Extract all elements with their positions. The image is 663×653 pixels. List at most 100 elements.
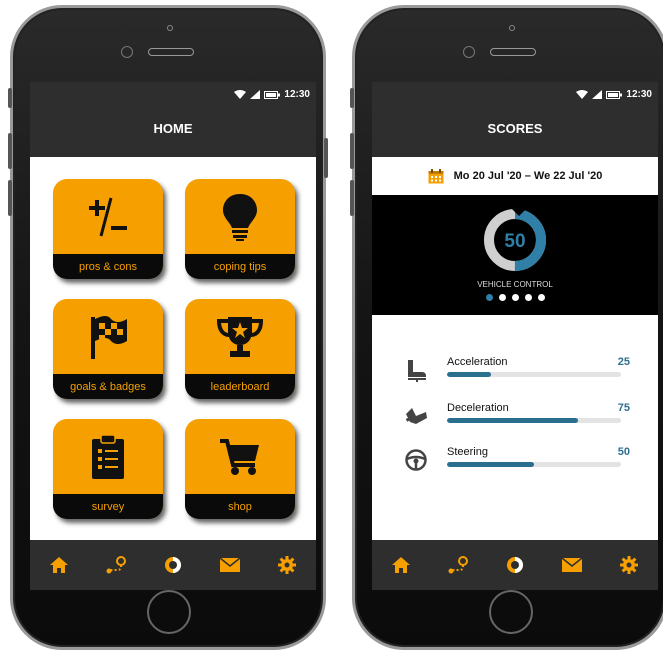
metric-bar-fill bbox=[447, 418, 578, 423]
front-camera bbox=[509, 25, 515, 31]
pager-dot[interactable] bbox=[524, 294, 532, 301]
tile-leaderboard[interactable]: leaderboard bbox=[185, 299, 295, 399]
volume-up-button bbox=[350, 133, 354, 169]
mail-icon bbox=[220, 558, 241, 572]
metric-name: Deceleration bbox=[447, 402, 509, 414]
status-time: 12:30 bbox=[626, 89, 652, 100]
battery-icon bbox=[264, 90, 281, 99]
shopping-cart-icon bbox=[220, 438, 259, 475]
nav-mail[interactable] bbox=[560, 553, 584, 577]
carousel-pager[interactable] bbox=[372, 294, 658, 301]
signal-icon bbox=[592, 90, 603, 99]
pager-dot[interactable] bbox=[485, 294, 493, 301]
carousel-pointer bbox=[505, 202, 533, 216]
earpiece-speaker bbox=[148, 48, 194, 56]
tile-goals-badges[interactable]: goals & badges bbox=[53, 299, 163, 399]
tile-label: coping tips bbox=[185, 254, 295, 279]
home-button[interactable] bbox=[147, 590, 191, 634]
nav-route[interactable] bbox=[446, 553, 470, 577]
calendar-icon bbox=[428, 168, 444, 183]
steering-wheel-icon bbox=[405, 449, 427, 471]
metric-bar-fill bbox=[447, 462, 534, 467]
metric-acceleration[interactable]: Acceleration 25 bbox=[404, 356, 644, 386]
status-bar: 12:30 bbox=[30, 82, 316, 110]
plus-minus-icon bbox=[89, 197, 127, 236]
volume-down-button bbox=[350, 180, 354, 216]
mute-switch bbox=[350, 88, 354, 108]
proximity-sensor bbox=[121, 46, 133, 58]
mute-switch bbox=[8, 88, 12, 108]
accelerator-pedal-icon bbox=[408, 360, 426, 382]
settings-icon bbox=[278, 556, 297, 574]
nav-settings[interactable] bbox=[275, 553, 299, 577]
scores-icon bbox=[506, 557, 523, 573]
scores-screen: 12:30 SCORES Mo 20 Jul '20 – We 22 Jul '… bbox=[372, 82, 658, 590]
brake-pedal-icon bbox=[405, 408, 427, 424]
metric-value: 25 bbox=[617, 356, 630, 368]
metric-name: Steering bbox=[447, 446, 488, 458]
pager-dot[interactable] bbox=[498, 294, 506, 301]
earpiece-speaker bbox=[490, 48, 536, 56]
checkered-flag-icon bbox=[91, 315, 127, 359]
wifi-icon bbox=[576, 90, 589, 99]
wifi-icon bbox=[234, 90, 247, 99]
phone-home: 12:30 HOME pros & cons coping tips goals… bbox=[8, 5, 328, 650]
status-time: 12:30 bbox=[284, 89, 310, 100]
clipboard-icon bbox=[92, 433, 124, 479]
metric-bar bbox=[447, 418, 621, 423]
tile-label: survey bbox=[53, 494, 163, 519]
nav-route[interactable] bbox=[104, 553, 128, 577]
tile-survey[interactable]: survey bbox=[53, 419, 163, 519]
volume-up-button bbox=[8, 133, 12, 169]
status-bar: 12:30 bbox=[372, 82, 658, 110]
nav-scores[interactable] bbox=[503, 553, 527, 577]
nav-settings[interactable] bbox=[617, 553, 641, 577]
home-screen: 12:30 HOME pros & cons coping tips goals… bbox=[30, 82, 316, 590]
settings-icon bbox=[620, 556, 639, 574]
metric-deceleration[interactable]: Deceleration 75 bbox=[404, 402, 644, 432]
date-range-text: Mo 20 Jul '20 – We 22 Jul '20 bbox=[453, 170, 603, 182]
nav-scores[interactable] bbox=[161, 553, 185, 577]
power-button bbox=[324, 138, 328, 178]
mail-icon bbox=[562, 558, 583, 572]
metric-bar bbox=[447, 372, 621, 377]
proximity-sensor bbox=[463, 46, 475, 58]
metric-bar bbox=[447, 462, 621, 467]
home-icon bbox=[49, 557, 68, 573]
route-icon bbox=[106, 556, 126, 574]
gauge-value: 50 bbox=[504, 231, 525, 252]
pager-dot[interactable] bbox=[537, 294, 545, 301]
trophy-icon bbox=[216, 316, 264, 357]
tile-label: shop bbox=[185, 494, 295, 519]
tile-pros-cons[interactable]: pros & cons bbox=[53, 179, 163, 279]
signal-icon bbox=[250, 90, 261, 99]
nav-home[interactable] bbox=[47, 553, 71, 577]
tile-label: goals & badges bbox=[53, 374, 163, 399]
metric-bar-fill bbox=[447, 372, 491, 377]
tile-shop[interactable]: shop bbox=[185, 419, 295, 519]
tile-label: pros & cons bbox=[53, 254, 163, 279]
pager-dot[interactable] bbox=[511, 294, 519, 301]
volume-down-button bbox=[8, 180, 12, 216]
bottom-nav bbox=[372, 540, 658, 590]
metric-name: Acceleration bbox=[447, 356, 508, 368]
metric-value: 50 bbox=[617, 446, 630, 458]
phone-scores: 12:30 SCORES Mo 20 Jul '20 – We 22 Jul '… bbox=[350, 5, 663, 650]
nav-home[interactable] bbox=[389, 553, 413, 577]
page-title: SCORES bbox=[372, 109, 658, 157]
gauge-label: VEHICLE CONTROL bbox=[477, 280, 553, 289]
home-button[interactable] bbox=[489, 590, 533, 634]
tile-label: leaderboard bbox=[185, 374, 295, 399]
lightbulb-icon bbox=[223, 193, 257, 241]
front-camera bbox=[167, 25, 173, 31]
route-icon bbox=[448, 556, 468, 574]
home-icon bbox=[391, 557, 410, 573]
bottom-nav bbox=[30, 540, 316, 590]
metric-value: 75 bbox=[617, 402, 630, 414]
date-range-selector[interactable]: Mo 20 Jul '20 – We 22 Jul '20 bbox=[372, 157, 658, 195]
scores-icon bbox=[164, 557, 181, 573]
metric-steering[interactable]: Steering 50 bbox=[404, 446, 644, 476]
tile-coping-tips[interactable]: coping tips bbox=[185, 179, 295, 279]
nav-mail[interactable] bbox=[218, 553, 242, 577]
page-title: HOME bbox=[30, 109, 316, 157]
